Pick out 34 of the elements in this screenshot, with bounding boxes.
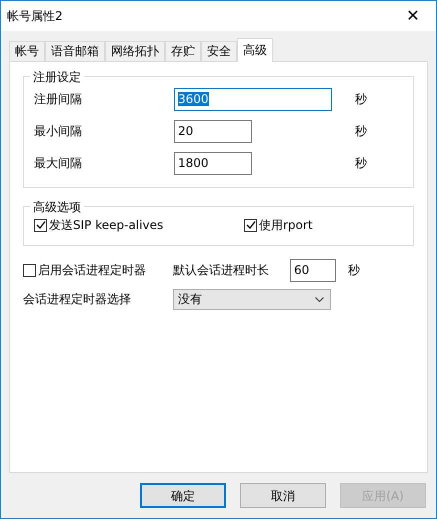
field-label: 最小间隔 bbox=[34, 123, 83, 140]
tab[interactable]: 网络拓扑 bbox=[105, 41, 165, 61]
tab[interactable]: 语音邮箱 bbox=[45, 41, 105, 61]
window-title: 帐号属性2 bbox=[7, 8, 63, 25]
checkbox-label[interactable]: 使用rport bbox=[259, 216, 313, 234]
checkbox-label[interactable]: 启用会话进程定时器 bbox=[38, 261, 146, 279]
tab[interactable]: 存贮 bbox=[165, 41, 201, 61]
dropdown[interactable]: 没有 bbox=[173, 288, 331, 310]
checkbox-label[interactable]: 发送SIP keep-alives bbox=[49, 216, 164, 234]
checkbox[interactable] bbox=[244, 218, 257, 232]
dialog-button[interactable]: 确定 bbox=[140, 483, 226, 508]
group-title: 高级选项 bbox=[30, 198, 84, 216]
input-field[interactable]: 60 bbox=[290, 258, 336, 282]
unit-label: 秒 bbox=[355, 91, 367, 108]
tab[interactable]: 高级 bbox=[237, 38, 273, 62]
field-label: 会话进程定时器选择 bbox=[23, 291, 132, 308]
checkbox[interactable] bbox=[23, 264, 36, 276]
field-label: 默认会话进程时长 bbox=[173, 262, 270, 279]
unit-label: 秒 bbox=[355, 155, 367, 172]
tab[interactable]: 帐号 bbox=[9, 41, 45, 61]
input-field[interactable]: 20 bbox=[174, 120, 252, 142]
unit-label: 秒 bbox=[348, 262, 360, 279]
dialog-button[interactable]: 取消 bbox=[240, 483, 326, 508]
close-button[interactable]: ✕ bbox=[390, 1, 436, 31]
caret-icon bbox=[315, 296, 324, 302]
group-title: 注册设定 bbox=[30, 68, 84, 86]
input-field[interactable]: 3600 bbox=[174, 88, 332, 110]
checkbox[interactable] bbox=[34, 218, 47, 232]
input-field[interactable]: 1800 bbox=[174, 152, 252, 174]
unit-label: 秒 bbox=[355, 123, 367, 140]
tab[interactable]: 安全 bbox=[201, 41, 237, 61]
dropdown-value: 没有 bbox=[178, 291, 202, 308]
field-label: 注册间隔 bbox=[34, 91, 83, 108]
field-label: 最大间隔 bbox=[34, 155, 83, 172]
